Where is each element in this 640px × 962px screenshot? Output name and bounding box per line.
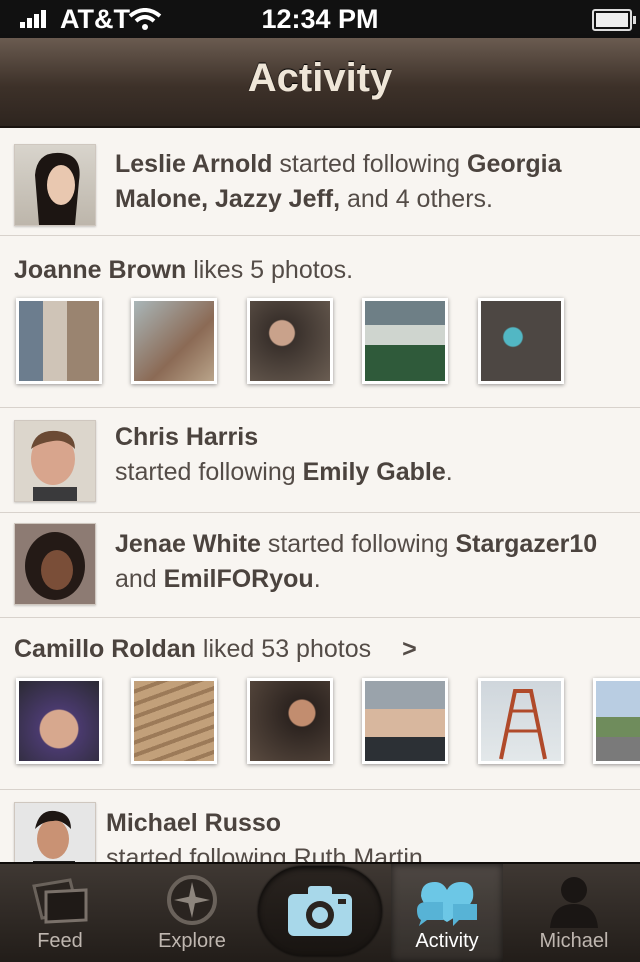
camera-icon: [288, 886, 352, 936]
nav-bar: Activity: [0, 38, 640, 129]
battery-icon: [592, 9, 636, 31]
activity-row[interactable]: Camillo Roldan liked 53 photos >: [0, 618, 640, 790]
activity-feed[interactable]: Leslie Arnold started following Georgia …: [0, 128, 640, 862]
activity-verb: started following: [115, 458, 296, 486]
tab-feed[interactable]: Feed: [0, 864, 120, 962]
target-users[interactable]: EmilFORyou: [164, 565, 314, 593]
activity-row[interactable]: Chris Harris started following Emily Gab…: [0, 408, 640, 513]
user-name[interactable]: Leslie Arnold: [115, 150, 272, 178]
activity-verb: started following: [267, 530, 449, 558]
user-name[interactable]: Chris Harris: [115, 423, 258, 451]
photo-thumbnail[interactable]: [131, 678, 218, 764]
activity-row[interactable]: Joanne Brown likes 5 photos.: [0, 236, 640, 408]
target-users[interactable]: Emily Gable: [303, 458, 446, 486]
tab-profile[interactable]: Michael: [514, 864, 634, 962]
chevron-right-icon[interactable]: >: [402, 635, 417, 663]
photo-thumbnail[interactable]: [16, 298, 102, 384]
activity-tail: and 4 others.: [347, 185, 493, 213]
photo-strip: [16, 298, 589, 384]
activity-icon: [417, 882, 477, 926]
tab-explore[interactable]: Explore: [132, 864, 252, 962]
photo-thumbnail[interactable]: [362, 678, 449, 764]
feed-icon: [32, 878, 88, 924]
activity-tail: .: [445, 458, 453, 486]
photo-thumbnail[interactable]: [246, 678, 333, 764]
avatar[interactable]: [14, 523, 96, 605]
activity-verb: likes 5 photos.: [193, 256, 354, 284]
photo-thumbnail[interactable]: [477, 298, 564, 384]
tab-label: Explore: [158, 930, 226, 952]
avatar[interactable]: [14, 420, 96, 502]
activity-verb: started following Ruth Martin: [106, 844, 423, 862]
user-name[interactable]: Joanne Brown: [14, 256, 186, 284]
tab-label: Michael: [539, 930, 609, 952]
photo-thumbnail[interactable]: [16, 678, 102, 764]
photo-thumbnail[interactable]: [131, 298, 218, 384]
photo-thumbnail[interactable]: [362, 298, 449, 384]
photo-thumbnail[interactable]: [477, 678, 564, 764]
tab-label: Feed: [37, 930, 83, 952]
activity-row[interactable]: Leslie Arnold started following Georgia …: [0, 128, 640, 236]
tab-label: Activity: [415, 930, 479, 952]
user-name[interactable]: Jenae White: [115, 530, 261, 558]
photo-thumbnail[interactable]: [246, 298, 333, 384]
compass-icon: [167, 875, 217, 925]
target-users[interactable]: Stargazer10: [455, 530, 597, 558]
activity-verb: started following: [279, 150, 461, 178]
photo-strip[interactable]: [16, 678, 640, 764]
camera-button[interactable]: [258, 866, 382, 956]
activity-tail: .: [313, 565, 321, 593]
user-name[interactable]: Camillo Roldan: [14, 635, 196, 663]
avatar[interactable]: [14, 144, 96, 226]
status-bar: AT&T 12:34 PM: [0, 0, 640, 38]
user-name[interactable]: Michael Russo: [106, 809, 281, 837]
activity-mid: and: [115, 565, 157, 593]
page-title: Activity: [247, 56, 393, 100]
activity-row[interactable]: Jenae White started following Stargazer1…: [0, 513, 640, 618]
avatar[interactable]: [14, 802, 96, 862]
clock: 12:34 PM: [261, 4, 379, 34]
activity-row[interactable]: Michael Russo started following Ruth Mar…: [0, 790, 640, 862]
profile-icon: [550, 877, 598, 928]
activity-verb: liked 53 photos: [202, 635, 372, 663]
photo-thumbnail[interactable]: [593, 678, 640, 764]
tab-activity[interactable]: Activity: [391, 864, 503, 962]
